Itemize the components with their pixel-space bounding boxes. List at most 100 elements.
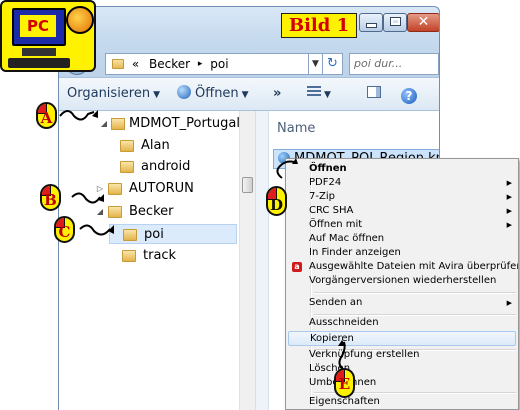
title-bar: Bild 1 ✕ bbox=[59, 7, 439, 43]
tree-item-poi[interactable]: poi bbox=[109, 224, 237, 244]
menu-item-label: In Finder anzeigen bbox=[309, 247, 401, 258]
expand-icon[interactable]: ▷ bbox=[95, 179, 105, 199]
callout-letter: E bbox=[338, 375, 351, 393]
refresh-button[interactable]: ↻ bbox=[323, 53, 343, 75]
search-input[interactable]: poi dur... bbox=[349, 53, 439, 75]
callout-d: D bbox=[266, 186, 287, 216]
tree-item-label: poi bbox=[144, 227, 164, 242]
menu-separator bbox=[314, 292, 516, 294]
chevron-down-icon: ▼ bbox=[312, 59, 319, 69]
chevron-down-icon: ▼ bbox=[324, 90, 331, 100]
change-view-button[interactable]: ▼ bbox=[307, 78, 331, 111]
logo-text: PC bbox=[20, 15, 56, 37]
tree-item-android[interactable]: android bbox=[107, 157, 190, 177]
tree-item-autorun[interactable]: ▷ AUTORUN bbox=[95, 179, 194, 199]
tree-item-track[interactable]: track bbox=[109, 246, 176, 266]
folder-icon bbox=[120, 140, 134, 152]
menu-item-open-with[interactable]: Öffnen mit ▶ bbox=[288, 218, 516, 232]
figure-label: Bild 1 bbox=[281, 13, 357, 38]
breadcrumb-separator[interactable]: ▸ bbox=[198, 54, 203, 74]
command-bar: Organisieren ▼ Öffnen ▼ » ▼ ? bbox=[59, 77, 439, 111]
menu-item-7zip[interactable]: 7-Zip ▶ bbox=[288, 190, 516, 204]
menu-item-open[interactable]: Öffnen bbox=[288, 162, 516, 176]
pc-logo: PC bbox=[0, 0, 96, 72]
callout-a: A bbox=[36, 102, 57, 129]
menu-item-label: Ausgewählte Dateien mit Avira überprüfen bbox=[309, 261, 519, 272]
submenu-arrow-icon: ▶ bbox=[506, 207, 512, 215]
menu-item-open-on-mac[interactable]: Auf Mac öffnen bbox=[288, 232, 516, 246]
menu-item-label: Öffnen bbox=[309, 163, 347, 174]
help-button[interactable]: ? bbox=[401, 78, 417, 110]
address-dropdown-button[interactable]: ▼ bbox=[309, 53, 323, 75]
drive-icon bbox=[111, 118, 125, 130]
mascot-icon bbox=[66, 6, 94, 34]
breadcrumb-poi[interactable]: poi bbox=[210, 54, 228, 74]
organize-button[interactable]: Organisieren ▼ bbox=[67, 78, 160, 111]
folder-icon bbox=[108, 183, 122, 195]
callout-letter: C bbox=[58, 223, 71, 241]
chevron-down-icon: ▼ bbox=[153, 90, 161, 100]
navigation-bar: ◀ « Becker ▸ poi ▼ ↻ poi dur... bbox=[59, 43, 439, 77]
navigation-scrollbar[interactable] bbox=[239, 111, 255, 410]
menu-item-pdf24[interactable]: PDF24 ▶ bbox=[288, 176, 516, 190]
menu-item-label: Senden an bbox=[309, 297, 363, 308]
collapse-icon[interactable]: ◢ bbox=[95, 202, 105, 222]
open-button[interactable]: Öffnen ▼ bbox=[177, 78, 249, 111]
pane-splitter[interactable] bbox=[255, 111, 269, 410]
callout-e: E bbox=[334, 368, 355, 398]
organize-label: Organisieren bbox=[67, 86, 151, 101]
folder-icon bbox=[122, 250, 136, 262]
open-label: Öffnen bbox=[195, 86, 239, 101]
tree-item-label: MDMOT_Portugal F: bbox=[129, 116, 255, 131]
navigation-pane: ◢ MDMOT_Portugal F: Alan android ▷ AUTORUN… bbox=[59, 111, 255, 410]
menu-item-delete[interactable]: Löschen bbox=[288, 362, 516, 376]
maximize-icon bbox=[389, 17, 401, 26]
folder-icon bbox=[120, 161, 134, 173]
callout-b: B bbox=[40, 184, 61, 211]
menu-item-restore-previous[interactable]: Vorgängerversionen wiederherstellen bbox=[288, 274, 516, 288]
menu-item-show-in-finder[interactable]: In Finder anzeigen bbox=[288, 246, 516, 260]
globe-icon bbox=[177, 85, 191, 99]
context-menu: Öffnen PDF24 ▶ 7-Zip ▶ CRC SHA ▶ Öffnen mit… bbox=[285, 158, 519, 410]
scrollbar-thumb[interactable] bbox=[242, 177, 253, 193]
menu-item-label: PDF24 bbox=[309, 177, 342, 188]
tree-item-label: Alan bbox=[141, 138, 170, 153]
menu-item-copy[interactable]: Kopieren bbox=[288, 331, 516, 346]
folder-icon bbox=[108, 206, 122, 218]
name-column-header[interactable]: Name bbox=[277, 121, 315, 136]
tree-item-becker[interactable]: ◢ Becker bbox=[95, 202, 174, 222]
menu-item-send-to[interactable]: Senden an ▶ bbox=[288, 296, 516, 310]
collapse-icon[interactable]: ◢ bbox=[99, 114, 109, 134]
submenu-arrow-icon: ▶ bbox=[506, 179, 512, 187]
menu-item-label: Öffnen mit bbox=[309, 219, 363, 230]
address-bar[interactable]: « Becker ▸ poi bbox=[105, 53, 309, 75]
submenu-arrow-icon: ▶ bbox=[506, 221, 512, 229]
menu-item-label: Kopieren bbox=[310, 333, 354, 344]
menu-item-label: 7-Zip bbox=[309, 191, 335, 202]
folder-icon bbox=[123, 229, 137, 241]
menu-item-cut[interactable]: Ausschneiden bbox=[288, 316, 516, 330]
tree-item-label: track bbox=[143, 248, 177, 263]
menu-item-properties[interactable]: Eigenschaften bbox=[288, 395, 516, 409]
monitor-stand bbox=[22, 48, 56, 56]
tree-item-drive[interactable]: ◢ MDMOT_Portugal F: bbox=[99, 114, 255, 134]
monitor-icon: PC bbox=[12, 8, 66, 46]
breadcrumb-becker[interactable]: Becker bbox=[149, 54, 190, 74]
help-icon: ? bbox=[401, 88, 417, 104]
minimize-button[interactable] bbox=[359, 13, 383, 32]
more-commands-button[interactable]: » bbox=[273, 78, 281, 110]
menu-item-label: Verknüpfung erstellen bbox=[309, 349, 420, 360]
menu-item-crc-sha[interactable]: CRC SHA ▶ bbox=[288, 204, 516, 218]
address-chevron[interactable]: « bbox=[132, 54, 139, 74]
maximize-button[interactable] bbox=[383, 13, 407, 32]
menu-item-rename[interactable]: Umbenennen bbox=[288, 376, 516, 390]
tree-item-label: Becker bbox=[129, 204, 174, 219]
callout-c: C bbox=[54, 216, 75, 243]
menu-item-label: Vorgängerversionen wiederherstellen bbox=[309, 275, 497, 286]
tree-item-alan[interactable]: Alan bbox=[107, 136, 170, 156]
preview-pane-button[interactable] bbox=[367, 78, 381, 110]
menu-item-create-shortcut[interactable]: Verknüpfung erstellen bbox=[288, 348, 516, 362]
tree-item-label: android bbox=[141, 159, 191, 174]
close-button[interactable]: ✕ bbox=[407, 13, 439, 32]
menu-item-avira-scan[interactable]: a Ausgewählte Dateien mit Avira überprüfe… bbox=[288, 260, 519, 274]
